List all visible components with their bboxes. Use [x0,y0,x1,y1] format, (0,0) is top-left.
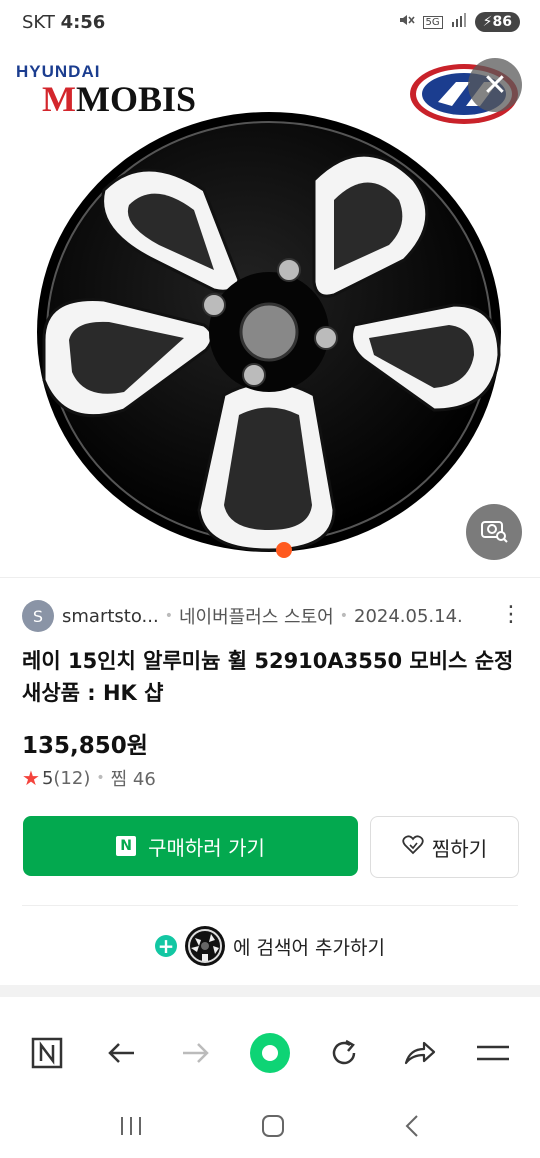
separator-dot: • [339,608,348,624]
wishlist-button[interactable]: 찜하기 [370,816,519,878]
wish-count: 찜 46 [110,769,156,790]
naver-home-button[interactable] [17,1025,77,1085]
section-divider [0,985,540,997]
battery-indicator: ⚡86 [474,12,520,32]
status-carrier: SKT 4:56 [22,12,105,33]
green-dot-icon [248,1031,292,1079]
add-keyword-label: 에 검색어 추가하기 [233,936,385,959]
menu-button[interactable] [463,1025,523,1085]
share-button[interactable] [389,1025,449,1085]
plus-icon: + [155,935,178,957]
naver-n-icon: N [116,836,137,856]
system-navigation-bar [0,1098,540,1158]
mute-icon [397,11,415,33]
heart-icon [402,834,424,860]
battery-level: 86 [492,14,512,30]
back-button[interactable] [91,1025,151,1085]
share-icon [402,1039,436,1071]
seller-avatar[interactable]: S [22,600,54,632]
keyword-thumbnail [185,926,226,966]
separator-dot: • [96,770,105,786]
green-dot-button[interactable] [240,1025,300,1085]
store-name[interactable]: 네이버플러스 스토어 [179,603,334,629]
signal-icon [451,12,467,32]
divider [22,905,518,906]
seller-row: S smartsto... • 네이버플러스 스토어 • 2024.05.14.… [22,600,522,632]
refresh-button[interactable] [314,1025,374,1085]
hamburger-menu-icon [476,1043,509,1067]
system-back-button[interactable] [403,1113,421,1143]
more-options-icon[interactable]: ⋮ [500,602,522,627]
buy-button[interactable]: N 구매하러 가기 [23,816,358,876]
wheel-image [37,112,501,558]
rating-row: ★ 5 (12) • 찜 46 [22,765,156,791]
carrier-name: SKT [22,12,55,33]
home-icon [261,1115,284,1137]
image-search-button[interactable] [466,504,522,560]
star-icon: ★ [22,766,40,790]
back-arrow-icon [106,1041,136,1069]
product-price: 135,850원 [22,733,148,759]
refresh-icon [328,1037,360,1073]
home-button[interactable] [260,1113,286,1143]
close-button[interactable]: ✕ [468,58,522,112]
recent-apps-button[interactable] [119,1115,143,1141]
buy-button-label: 구매하러 가기 [148,835,265,860]
network-label: 5G [422,15,443,29]
product-image[interactable]: HYUNDAI MMOBIS ✕ [0,48,540,576]
rating-value: 5 [41,767,54,789]
separator-dot: • [164,608,173,624]
close-icon: ✕ [482,67,508,103]
add-keyword-row[interactable]: + 에 검색어 추가하기 [0,920,540,972]
divider [0,577,540,578]
system-back-icon [405,1115,419,1137]
seller-name[interactable]: smartsto... [62,606,159,627]
forward-button[interactable] [166,1025,226,1085]
status-icons: 5G ⚡86 [397,11,520,33]
recent-apps-icon [120,1117,141,1135]
product-title[interactable]: 레이 15인치 알루미늄 휠 52910A3550 모비스 순정 새상품 : H… [22,645,522,709]
forward-arrow-icon [181,1041,211,1069]
review-count: (12) [53,767,91,789]
status-time: 4:56 [60,12,106,33]
camera-search-icon [479,515,509,549]
browser-toolbar [0,1020,540,1090]
naver-home-icon [31,1037,63,1073]
status-bar: SKT 4:56 5G ⚡86 [0,0,540,48]
listing-date: 2024.05.14. [354,605,463,627]
wishlist-label: 찜하기 [431,836,488,861]
